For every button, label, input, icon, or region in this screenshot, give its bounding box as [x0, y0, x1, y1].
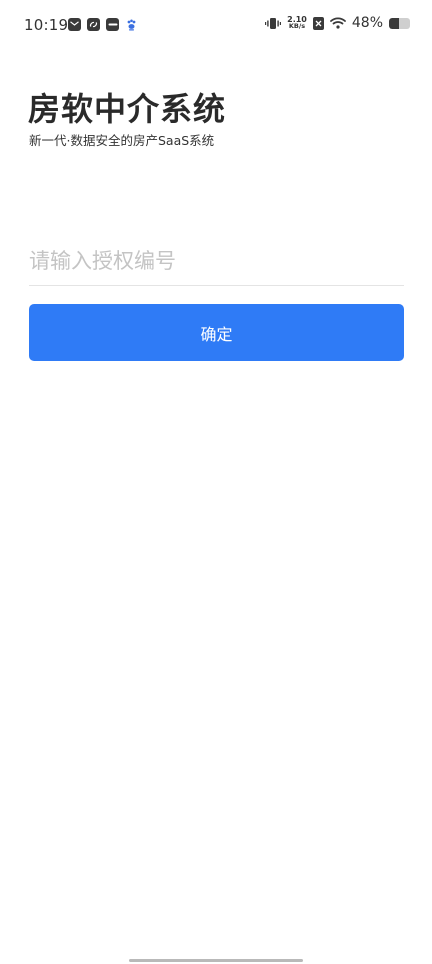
app-subtitle: 新一代·数据安全的房产SaaS系统	[29, 133, 215, 148]
status-bar: 10:19 2.10 KB/s 48%	[0, 0, 432, 52]
auth-screen: 10:19 2.10 KB/s 48% 房软中介系统 新一代·数据安全的房产Sa…	[0, 0, 432, 964]
mail-icon	[68, 18, 81, 31]
paw-icon	[125, 18, 137, 31]
system-status-icons: 2.10 KB/s 48%	[265, 15, 410, 31]
authorization-code-input[interactable]	[29, 236, 404, 286]
network-speed-unit: KB/s	[288, 22, 306, 30]
network-speed: 2.10 KB/s	[287, 16, 307, 30]
vibrate-icon	[265, 16, 282, 30]
wifi-icon	[329, 17, 346, 30]
link-icon	[87, 18, 100, 31]
vivo-icon	[106, 18, 119, 31]
confirm-button[interactable]: 确定	[29, 304, 404, 361]
battery-percent: 48%	[351, 15, 383, 31]
notification-icons	[68, 18, 137, 31]
battery-level-fill	[389, 17, 400, 29]
status-time: 10:19	[24, 16, 69, 34]
home-indicator[interactable]	[129, 959, 303, 962]
no-sim-icon	[312, 16, 324, 30]
battery-icon	[389, 17, 410, 29]
app-title: 房软中介系统	[28, 90, 227, 128]
